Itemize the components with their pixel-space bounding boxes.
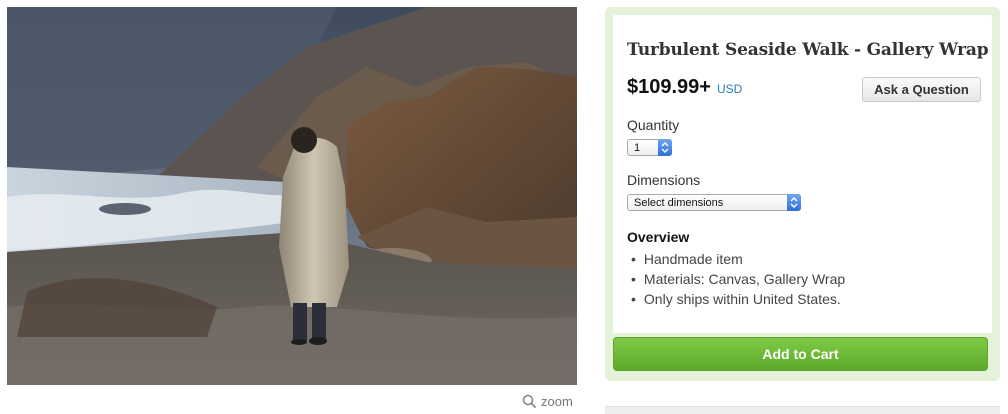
overview-item-text: Only ships within United States. (643, 291, 841, 307)
overview-item-text: Materials: Canvas, Gallery Wrap (643, 271, 846, 287)
product-price: $109.99+ (627, 76, 711, 98)
dimensions-value: Select dimensions (634, 196, 724, 209)
price-row: $109.99+ USD (627, 76, 742, 99)
add-to-cart-button[interactable]: Add to Cart (613, 337, 988, 371)
list-item: • Materials: Canvas, Gallery Wrap (631, 271, 846, 287)
zoom-label: zoom (541, 393, 573, 409)
photo-illustration (7, 7, 577, 385)
select-arrows-icon (658, 139, 672, 156)
purchase-panel: Turbulent Seaside Walk - Gallery Wrap $1… (605, 7, 1000, 381)
overview-item-text: Handmade item (643, 251, 743, 267)
overview-heading: Overview (627, 229, 690, 245)
magnifier-icon (522, 394, 536, 408)
product-details-box: Turbulent Seaside Walk - Gallery Wrap $1… (613, 15, 992, 333)
zoom-button[interactable]: zoom (522, 392, 573, 410)
dimensions-select[interactable]: Select dimensions (627, 194, 801, 211)
quantity-value: 1 (634, 141, 641, 154)
list-item: • Only ships within United States. (631, 291, 841, 307)
quantity-select[interactable]: 1 (627, 139, 672, 156)
quantity-label: Quantity (627, 117, 680, 133)
currency-link[interactable]: USD (717, 82, 742, 96)
product-title: Turbulent Seaside Walk - Gallery Wrap (627, 40, 989, 60)
select-arrows-icon (787, 194, 801, 211)
product-photo[interactable] (7, 7, 577, 385)
ask-a-question-button[interactable]: Ask a Question (862, 77, 981, 102)
list-item: • Handmade item (631, 251, 743, 267)
dimensions-label: Dimensions (627, 172, 701, 188)
overview-list: • Handmade item • Materials: Canvas, Galle… (631, 249, 845, 309)
